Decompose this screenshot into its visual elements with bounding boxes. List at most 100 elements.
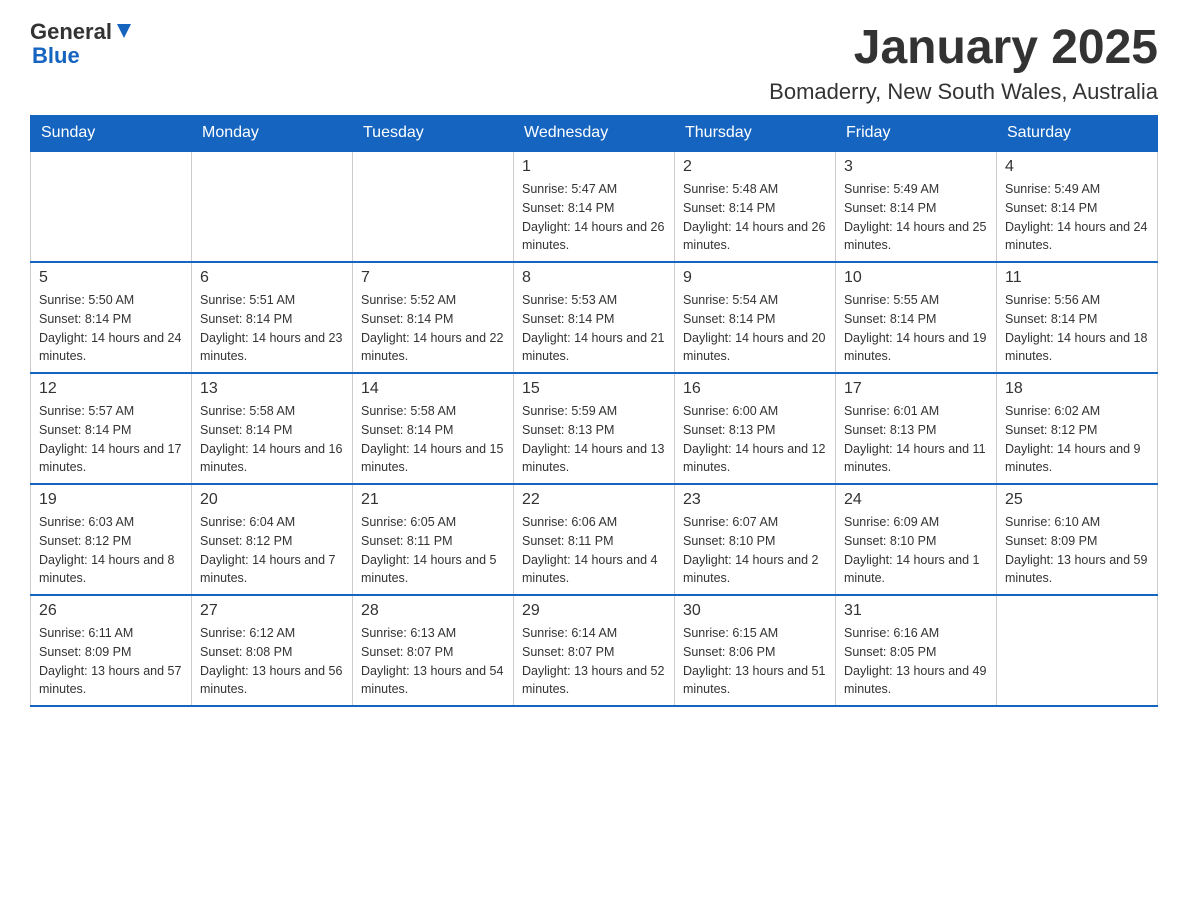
col-friday: Friday — [836, 116, 997, 152]
calendar-table: Sunday Monday Tuesday Wednesday Thursday… — [30, 115, 1158, 707]
calendar-week-row: 19Sunrise: 6:03 AM Sunset: 8:12 PM Dayli… — [31, 484, 1158, 595]
page-subtitle: Bomaderry, New South Wales, Australia — [769, 79, 1158, 105]
day-number: 15 — [522, 380, 666, 398]
day-number: 5 — [39, 269, 183, 287]
day-number: 26 — [39, 602, 183, 620]
table-row: 26 Sunrise: 6:11 AM Sunset: 8:09 PM Dayli… — [31, 595, 192, 706]
day-number: 3 — [844, 158, 988, 176]
table-row — [31, 151, 192, 262]
day-info: Sunrise: 5:47 AM Sunset: 8:14 PM Dayligh… — [522, 180, 666, 255]
day-info: Sunrise: 5:56 AM Sunset: 8:14 PM Dayligh… — [1005, 291, 1149, 366]
day-info: Sunrise: 6:06 AM Sunset: 8:11 PM Dayligh… — [522, 513, 666, 588]
day-info: Sunrise: 6:10 AM Sunset: 8:09 PM Dayligh… — [1005, 513, 1149, 588]
table-row: 12Sunrise: 5:57 AM Sunset: 8:14 PM Dayli… — [31, 373, 192, 484]
day-number: 8 — [522, 269, 666, 287]
day-number: 12 — [39, 380, 183, 398]
day-number: 20 — [200, 491, 344, 509]
logo-blue: Blue — [32, 44, 135, 68]
calendar-week-row: 1Sunrise: 5:47 AM Sunset: 8:14 PM Daylig… — [31, 151, 1158, 262]
day-info: Sunrise: 6:07 AM Sunset: 8:10 PM Dayligh… — [683, 513, 827, 588]
table-row: 28Sunrise: 6:13 AM Sunset: 8:07 PM Dayli… — [353, 595, 514, 706]
day-info: Sunrise: 5:58 AM Sunset: 8:14 PM Dayligh… — [361, 402, 505, 477]
col-monday: Monday — [192, 116, 353, 152]
logo-general: General — [30, 20, 112, 44]
day-number: 13 — [200, 380, 344, 398]
day-number: 16 — [683, 380, 827, 398]
table-row: 19Sunrise: 6:03 AM Sunset: 8:12 PM Dayli… — [31, 484, 192, 595]
day-info: Sunrise: 6:11 AM Sunset: 8:09 PM Dayligh… — [39, 624, 183, 699]
calendar-header-row: Sunday Monday Tuesday Wednesday Thursday… — [31, 116, 1158, 152]
table-row: 4Sunrise: 5:49 AM Sunset: 8:14 PM Daylig… — [997, 151, 1158, 262]
table-row: 21 Sunrise: 6:05 AM Sunset: 8:11 PM Dayli… — [353, 484, 514, 595]
logo-triangle-icon — [113, 20, 135, 42]
day-number: 25 — [1005, 491, 1149, 509]
day-number: 6 — [200, 269, 344, 287]
day-number: 30 — [683, 602, 827, 620]
day-number: 2 — [683, 158, 827, 176]
col-wednesday: Wednesday — [514, 116, 675, 152]
table-row — [353, 151, 514, 262]
day-number: 17 — [844, 380, 988, 398]
logo: General Blue — [30, 20, 135, 68]
table-row: 25 Sunrise: 6:10 AM Sunset: 8:09 PM Dayli… — [997, 484, 1158, 595]
day-number: 27 — [200, 602, 344, 620]
day-number: 18 — [1005, 380, 1149, 398]
table-row: 22 Sunrise: 6:06 AM Sunset: 8:11 PM Dayli… — [514, 484, 675, 595]
day-number: 31 — [844, 602, 988, 620]
day-info: Sunrise: 5:54 AM Sunset: 8:14 PM Dayligh… — [683, 291, 827, 366]
day-info: Sunrise: 6:04 AM Sunset: 8:12 PM Dayligh… — [200, 513, 344, 588]
day-number: 24 — [844, 491, 988, 509]
table-row: 13 Sunrise: 5:58 AM Sunset: 8:14 PM Dayli… — [192, 373, 353, 484]
table-row: 6 Sunrise: 5:51 AM Sunset: 8:14 PM Daylig… — [192, 262, 353, 373]
col-thursday: Thursday — [675, 116, 836, 152]
day-info: Sunrise: 6:12 AM Sunset: 8:08 PM Dayligh… — [200, 624, 344, 699]
day-number: 28 — [361, 602, 505, 620]
table-row: 1Sunrise: 5:47 AM Sunset: 8:14 PM Daylig… — [514, 151, 675, 262]
day-info: Sunrise: 5:50 AM Sunset: 8:14 PM Dayligh… — [39, 291, 183, 366]
day-info: Sunrise: 5:53 AM Sunset: 8:14 PM Dayligh… — [522, 291, 666, 366]
day-info: Sunrise: 6:15 AM Sunset: 8:06 PM Dayligh… — [683, 624, 827, 699]
title-block: January 2025 Bomaderry, New South Wales,… — [769, 20, 1158, 105]
calendar-week-row: 12Sunrise: 5:57 AM Sunset: 8:14 PM Dayli… — [31, 373, 1158, 484]
day-info: Sunrise: 6:05 AM Sunset: 8:11 PM Dayligh… — [361, 513, 505, 588]
day-number: 7 — [361, 269, 505, 287]
day-info: Sunrise: 6:00 AM Sunset: 8:13 PM Dayligh… — [683, 402, 827, 477]
day-info: Sunrise: 5:58 AM Sunset: 8:14 PM Dayligh… — [200, 402, 344, 477]
day-info: Sunrise: 5:49 AM Sunset: 8:14 PM Dayligh… — [1005, 180, 1149, 255]
table-row: 15 Sunrise: 5:59 AM Sunset: 8:13 PM Dayli… — [514, 373, 675, 484]
table-row: 3Sunrise: 5:49 AM Sunset: 8:14 PM Daylig… — [836, 151, 997, 262]
table-row: 27 Sunrise: 6:12 AM Sunset: 8:08 PM Dayli… — [192, 595, 353, 706]
table-row — [192, 151, 353, 262]
day-number: 14 — [361, 380, 505, 398]
day-info: Sunrise: 5:55 AM Sunset: 8:14 PM Dayligh… — [844, 291, 988, 366]
table-row: 7 Sunrise: 5:52 AM Sunset: 8:14 PM Daylig… — [353, 262, 514, 373]
day-info: Sunrise: 5:51 AM Sunset: 8:14 PM Dayligh… — [200, 291, 344, 366]
day-number: 9 — [683, 269, 827, 287]
day-number: 22 — [522, 491, 666, 509]
day-info: Sunrise: 5:59 AM Sunset: 8:13 PM Dayligh… — [522, 402, 666, 477]
table-row: 16 Sunrise: 6:00 AM Sunset: 8:13 PM Dayli… — [675, 373, 836, 484]
table-row: 9 Sunrise: 5:54 AM Sunset: 8:14 PM Daylig… — [675, 262, 836, 373]
table-row: 30 Sunrise: 6:15 AM Sunset: 8:06 PM Dayli… — [675, 595, 836, 706]
day-number: 21 — [361, 491, 505, 509]
calendar-week-row: 5 Sunrise: 5:50 AM Sunset: 8:14 PM Daylig… — [31, 262, 1158, 373]
table-row: 10 Sunrise: 5:55 AM Sunset: 8:14 PM Dayli… — [836, 262, 997, 373]
day-number: 29 — [522, 602, 666, 620]
table-row: 2 Sunrise: 5:48 AM Sunset: 8:14 PM Daylig… — [675, 151, 836, 262]
table-row: 31Sunrise: 6:16 AM Sunset: 8:05 PM Dayli… — [836, 595, 997, 706]
col-saturday: Saturday — [997, 116, 1158, 152]
table-row: 5 Sunrise: 5:50 AM Sunset: 8:14 PM Daylig… — [31, 262, 192, 373]
table-row: 8 Sunrise: 5:53 AM Sunset: 8:14 PM Daylig… — [514, 262, 675, 373]
table-row: 24Sunrise: 6:09 AM Sunset: 8:10 PM Dayli… — [836, 484, 997, 595]
day-info: Sunrise: 5:48 AM Sunset: 8:14 PM Dayligh… — [683, 180, 827, 255]
table-row: 23Sunrise: 6:07 AM Sunset: 8:10 PM Dayli… — [675, 484, 836, 595]
day-info: Sunrise: 5:52 AM Sunset: 8:14 PM Dayligh… — [361, 291, 505, 366]
page-title: January 2025 — [769, 20, 1158, 75]
table-row: 20 Sunrise: 6:04 AM Sunset: 8:12 PM Dayli… — [192, 484, 353, 595]
day-info: Sunrise: 6:02 AM Sunset: 8:12 PM Dayligh… — [1005, 402, 1149, 477]
table-row: 18 Sunrise: 6:02 AM Sunset: 8:12 PM Dayli… — [997, 373, 1158, 484]
page-header: General Blue January 2025 Bomaderry, New… — [30, 20, 1158, 105]
day-info: Sunrise: 6:01 AM Sunset: 8:13 PM Dayligh… — [844, 402, 988, 477]
calendar-week-row: 26 Sunrise: 6:11 AM Sunset: 8:09 PM Dayli… — [31, 595, 1158, 706]
day-number: 10 — [844, 269, 988, 287]
